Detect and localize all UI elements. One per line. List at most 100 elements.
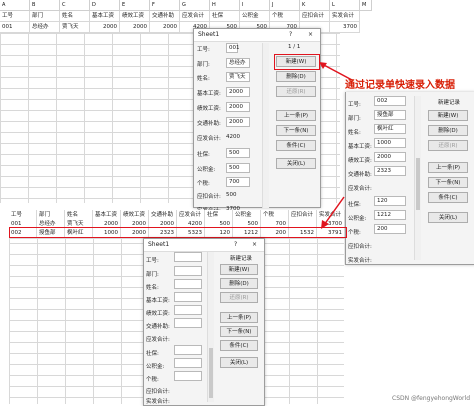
field-input[interactable]	[174, 371, 202, 381]
field-input[interactable]: 贾飞天	[226, 72, 250, 82]
field-input[interactable]: 2000	[226, 87, 250, 97]
field-input[interactable]: 002	[374, 96, 406, 106]
col-header-c[interactable]: C	[60, 0, 90, 11]
col-header-i[interactable]: I	[240, 0, 270, 11]
next-button[interactable]: 下一条(N)	[428, 177, 468, 188]
col-header-k[interactable]: K	[300, 0, 330, 11]
field-input[interactable]	[174, 266, 202, 276]
field-input[interactable]	[174, 252, 202, 262]
field-input[interactable]: 2323	[374, 166, 406, 176]
dialog-scrollbar[interactable]	[262, 43, 269, 208]
help-icon[interactable]: ?	[289, 29, 292, 41]
header-cell[interactable]: 工号	[0, 11, 30, 22]
field-input[interactable]: 总经办	[226, 58, 250, 68]
col-header-g[interactable]: G	[180, 0, 210, 11]
restore-button[interactable]: 还原(R)	[220, 292, 258, 303]
col-header-f[interactable]: F	[150, 0, 180, 11]
field-input[interactable]: 2000	[226, 102, 250, 112]
close-icon[interactable]: ×	[308, 29, 313, 41]
record-counter: 新建记录	[438, 100, 461, 106]
restore-button[interactable]: 还原(R)	[428, 140, 468, 151]
header-cell[interactable]: 公积金	[240, 11, 270, 22]
field-input[interactable]: 1212	[374, 210, 406, 220]
new-button[interactable]: 新建(W)	[220, 264, 258, 275]
col-header-a[interactable]: A	[0, 0, 30, 11]
table-cell[interactable]: 2000	[150, 22, 180, 33]
close-button[interactable]: 关闭(L)	[220, 357, 258, 368]
field-label: 绩效工资:	[197, 106, 221, 112]
table-cell[interactable]: 2000	[120, 22, 150, 33]
delete-button[interactable]: 删除(D)	[428, 125, 468, 136]
criteria-button[interactable]: 条件(C)	[220, 340, 258, 351]
prev-button[interactable]: 上一条(P)	[428, 162, 468, 173]
header-cell[interactable]: 社保	[210, 11, 240, 22]
next-button[interactable]: 下一条(N)	[276, 125, 316, 136]
restore-button[interactable]: 还原(R)	[276, 86, 316, 97]
field-input[interactable]	[174, 292, 202, 302]
field-input[interactable]: 001	[226, 43, 240, 53]
field-input[interactable]: 700	[226, 177, 250, 187]
header-cell[interactable]: 实发合计	[330, 11, 360, 22]
field-value: 4200	[226, 134, 240, 140]
field-input[interactable]	[174, 345, 202, 355]
field-input[interactable]	[174, 358, 202, 368]
col-header-l[interactable]: L	[330, 0, 360, 11]
field-input[interactable]: 授鱼部	[374, 110, 406, 120]
field-input[interactable]: 500	[226, 148, 250, 158]
table-cell[interactable]: 2000	[90, 22, 120, 33]
prev-button[interactable]: 上一条(P)	[220, 312, 258, 323]
table-cell[interactable]: 001	[0, 22, 30, 33]
header-cell[interactable]: 姓名	[60, 11, 90, 22]
field-input[interactable]: 枫叶红	[374, 124, 406, 134]
header-cell[interactable]: 个税	[270, 11, 300, 22]
field-label: 部门:	[348, 116, 361, 122]
col-header-b[interactable]: B	[30, 0, 60, 11]
field-label: 基本工资:	[197, 91, 221, 97]
header-cell[interactable]: 交通补助	[150, 11, 180, 22]
delete-button[interactable]: 删除(D)	[276, 71, 316, 82]
field-input[interactable]: 1000	[374, 138, 406, 148]
table-cell[interactable]: 3700	[330, 22, 360, 33]
close-button[interactable]: 关闭(L)	[276, 158, 316, 169]
field-input[interactable]	[174, 305, 202, 315]
header-cell[interactable]: 部门	[30, 11, 60, 22]
arrow-icon	[321, 196, 345, 229]
col-header-e[interactable]: E	[120, 0, 150, 11]
next-button[interactable]: 下一条(N)	[220, 326, 258, 337]
top-header-row: 工号 部门 姓名 基本工资 绩效工资 交通补助 应发合计 社保 公积金 个税 应…	[0, 11, 360, 22]
criteria-button[interactable]: 条件(C)	[428, 192, 468, 203]
field-input[interactable]	[174, 318, 202, 328]
scroll-thumb[interactable]	[209, 348, 213, 398]
field-label: 个税:	[197, 181, 210, 187]
header-cell[interactable]: 应扣合计	[300, 11, 330, 22]
field-input[interactable]: 120	[374, 196, 406, 206]
criteria-button[interactable]: 条件(C)	[276, 140, 316, 151]
header-cell[interactable]: 应发合计	[180, 11, 210, 22]
field-input[interactable]	[174, 279, 202, 289]
field-label: 姓名:	[348, 130, 361, 136]
field-input[interactable]: 500	[226, 163, 250, 173]
new-button[interactable]: 新建(W)	[428, 110, 468, 121]
field-input[interactable]: 200	[374, 224, 406, 234]
field-label: 工号:	[197, 47, 210, 53]
dialog-scrollbar[interactable]	[414, 96, 421, 260]
scroll-thumb[interactable]	[416, 158, 420, 210]
header-cell[interactable]: 基本工资	[90, 11, 120, 22]
help-icon[interactable]: ?	[234, 239, 237, 251]
col-header-m[interactable]: M	[360, 0, 372, 11]
dialog-scrollbar[interactable]	[207, 252, 214, 402]
col-header-h[interactable]: H	[210, 0, 240, 11]
table-cell[interactable]: 总经办	[30, 22, 60, 33]
table-cell[interactable]: 贾飞天	[60, 22, 90, 33]
field-label: 社保:	[197, 152, 210, 158]
field-label: 实发合计:	[348, 258, 372, 264]
delete-button[interactable]: 删除(D)	[220, 278, 258, 289]
header-cell[interactable]: 绩效工资	[120, 11, 150, 22]
prev-button[interactable]: 上一条(P)	[276, 110, 316, 121]
col-header-d[interactable]: D	[90, 0, 120, 11]
field-input[interactable]: 2000	[374, 152, 406, 162]
field-input[interactable]: 2000	[226, 117, 250, 127]
close-icon[interactable]: ×	[252, 239, 257, 251]
col-header-j[interactable]: J	[270, 0, 300, 11]
close-button[interactable]: 关闭(L)	[428, 212, 468, 223]
